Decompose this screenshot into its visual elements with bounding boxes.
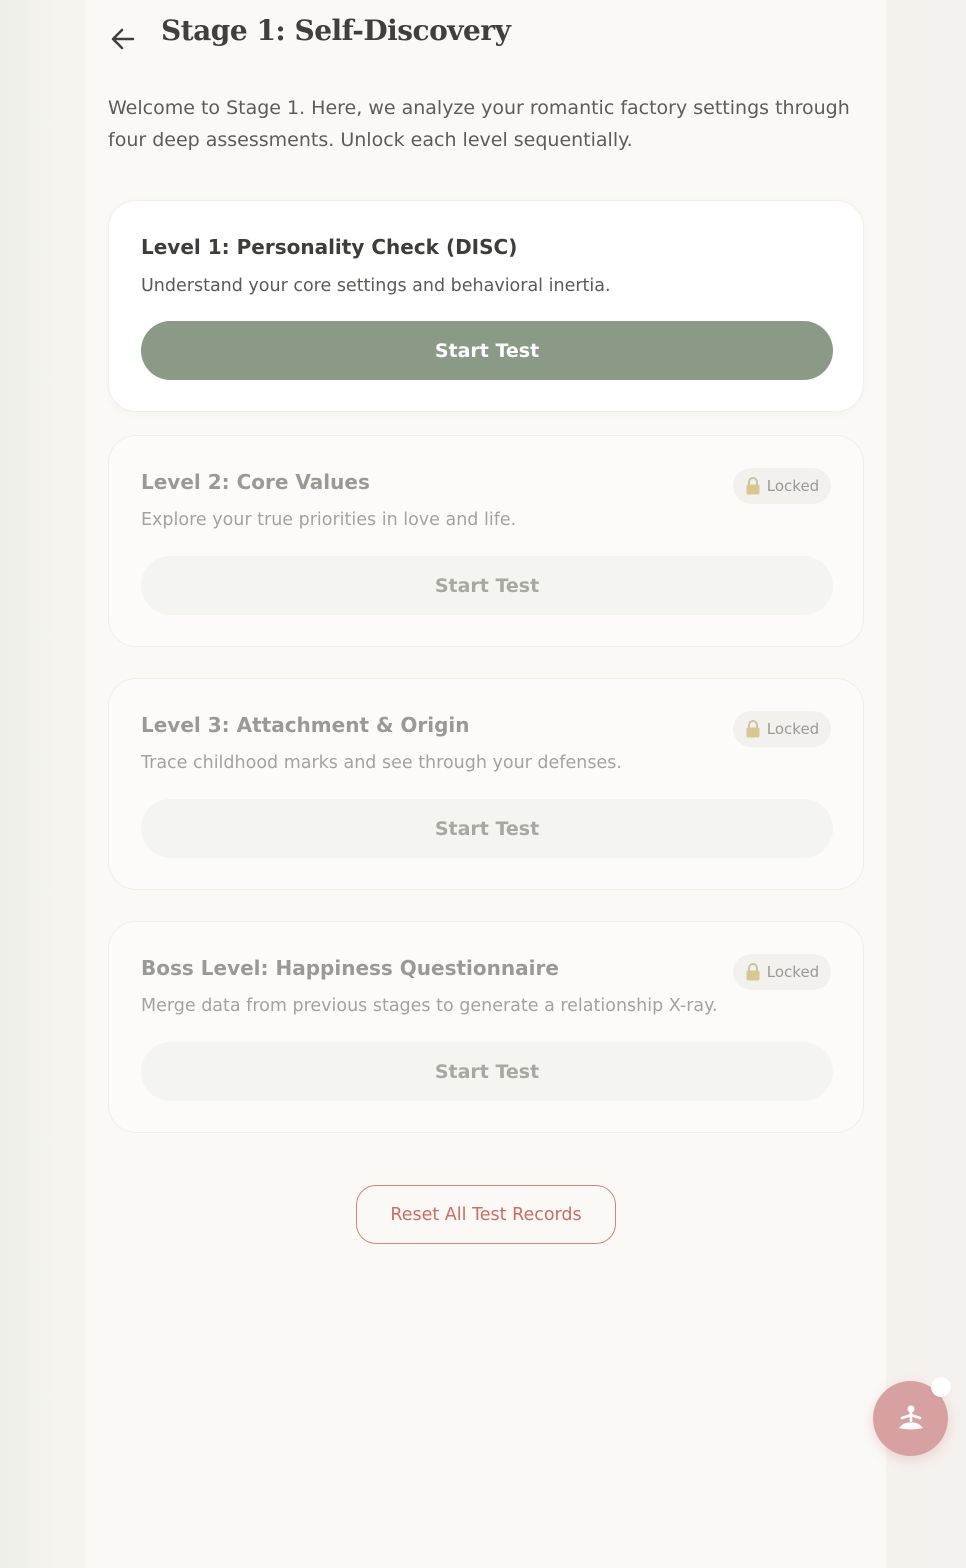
start-test-button[interactable]: Start Test — [141, 799, 833, 858]
lock-icon — [746, 720, 760, 738]
meditation-icon — [898, 1405, 923, 1429]
back-button[interactable] — [108, 24, 138, 54]
level-title: Level 2: Core Values — [141, 470, 370, 494]
start-test-button[interactable]: Start Test — [141, 556, 833, 615]
page-title: Stage 1: Self-Discovery — [161, 14, 511, 47]
reset-records-button[interactable]: Reset All Test Records — [356, 1185, 616, 1244]
level-title: Level 1: Personality Check (DISC) — [141, 235, 518, 259]
badge-label: Locked — [766, 720, 820, 738]
start-test-button[interactable]: Start Test — [141, 1042, 833, 1101]
arrow-left-icon — [111, 28, 135, 50]
notification-dot — [931, 1377, 951, 1397]
locked-badge: Locked — [733, 711, 831, 747]
start-test-button[interactable]: Start Test — [141, 321, 833, 380]
locked-badge: Locked — [733, 468, 831, 504]
badge-label: Locked — [766, 477, 820, 495]
level-description: Trace childhood marks and see through yo… — [141, 753, 622, 773]
level-card-boss: Boss Level: Happiness Questionnaire Lock… — [108, 921, 864, 1133]
level-description: Explore your true priorities in love and… — [141, 510, 517, 530]
level-card-3: Level 3: Attachment & Origin Locked Trac… — [108, 678, 864, 890]
level-card-2: Level 2: Core Values Locked Explore your… — [108, 435, 864, 647]
lock-icon — [746, 477, 760, 495]
page-header: Stage 1: Self-Discovery — [86, 0, 886, 78]
locked-badge: Locked — [733, 954, 831, 990]
level-card-1: Level 1: Personality Check (DISC) Unders… — [108, 200, 864, 412]
level-title: Boss Level: Happiness Questionnaire — [141, 956, 559, 980]
level-description: Understand your core settings and behavi… — [141, 276, 611, 296]
intro-text: Welcome to Stage 1. Here, we analyze you… — [108, 97, 850, 151]
badge-label: Locked — [766, 963, 820, 981]
level-description: Merge data from previous stages to gener… — [141, 996, 718, 1016]
lock-icon — [746, 963, 760, 981]
level-title: Level 3: Attachment & Origin — [141, 713, 470, 737]
main-panel: Stage 1: Self-Discovery Welcome to Stage… — [86, 0, 886, 1568]
